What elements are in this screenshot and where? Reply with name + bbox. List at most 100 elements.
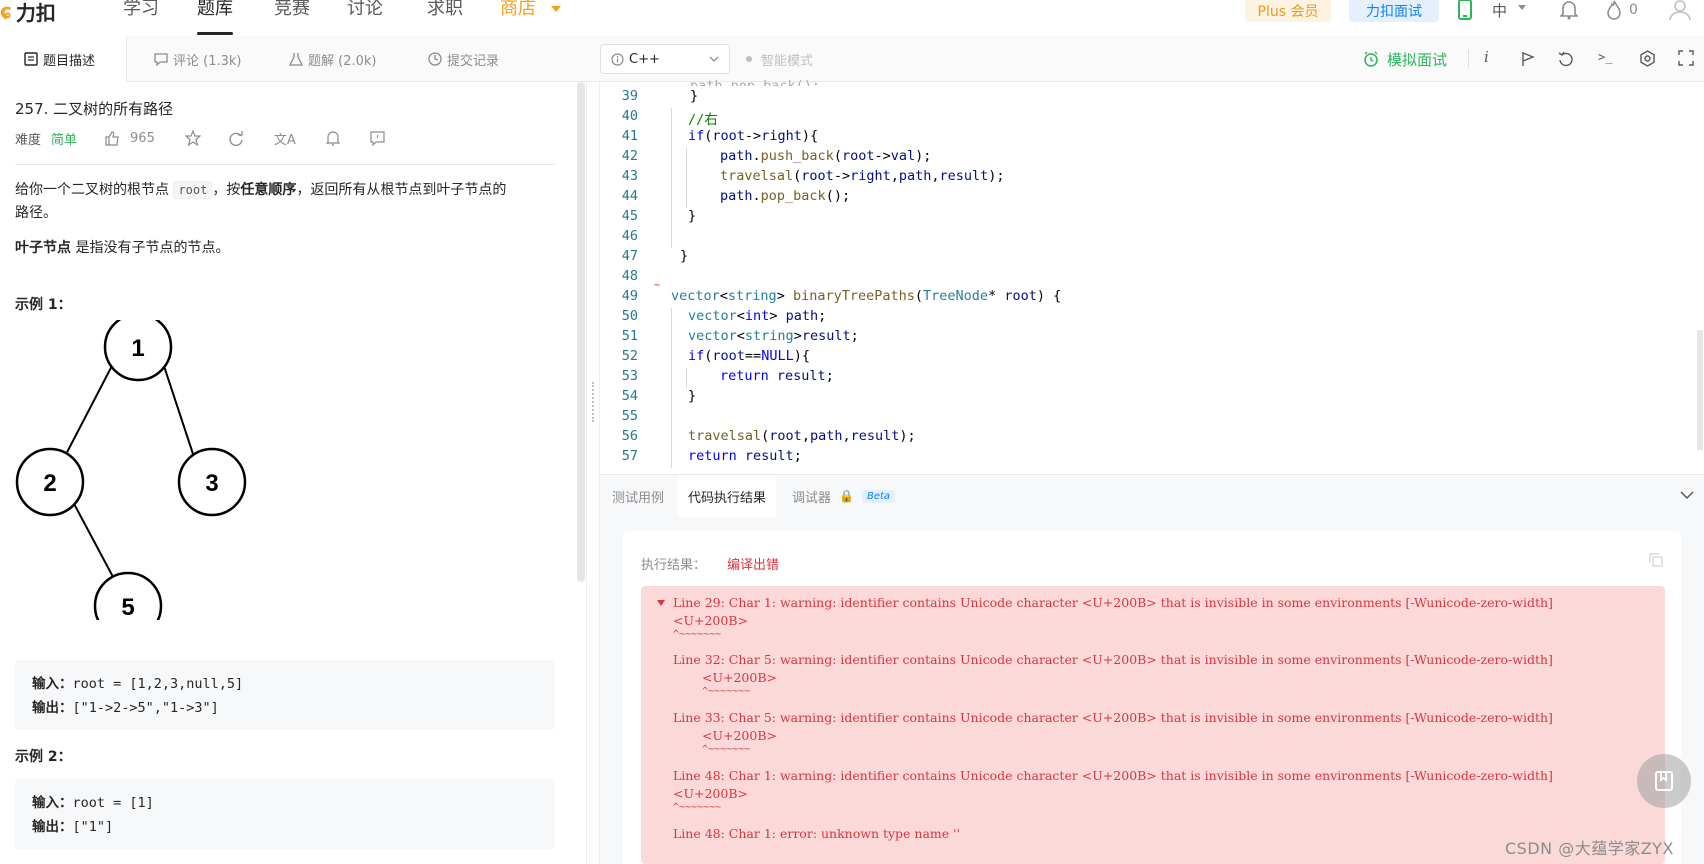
indent-guide — [671, 108, 672, 248]
problem-description: 给你一个二叉树的根节点 root ，按任意顺序，返回所有从根节点到叶子节点的 路径… — [15, 179, 555, 225]
feedback-icon[interactable] — [370, 130, 385, 146]
interview-label: 力扣面试 — [1366, 4, 1422, 20]
language-select[interactable]: C++ — [600, 44, 730, 74]
top-navbar: ɕ 力扣 学习 题库 竞赛 讨论 求职 商店 Plus 会员 力扣面试 中 0 — [0, 0, 1704, 35]
ex1-output: ["1->2->5","1->3"] — [72, 700, 219, 716]
desc-part-1: 给你一个二叉树的根节点 — [15, 182, 169, 198]
drag-handle-dots-icon — [592, 382, 594, 422]
nav-jobs[interactable]: 求职 — [427, 0, 463, 18]
language-value: C++ — [629, 51, 660, 67]
error-line: <U+200B> — [673, 613, 748, 628]
notebook-float-button[interactable] — [1637, 754, 1691, 808]
difficulty-value: 简单 — [51, 132, 78, 148]
share-icon[interactable] — [229, 130, 244, 146]
terminal-icon[interactable]: >_ — [1598, 50, 1612, 64]
bell-icon[interactable] — [1560, 0, 1578, 20]
nav-contest[interactable]: 竞赛 — [274, 0, 310, 18]
thumbs-up-icon[interactable] — [105, 130, 120, 146]
error-line: Line 48: Char 1: warning: identifier con… — [673, 768, 1553, 783]
ex2-input: root = [1] — [72, 795, 154, 811]
tab-run-result[interactable]: 代码执行结果 — [678, 475, 777, 517]
info-italic-icon[interactable]: i — [1484, 48, 1489, 66]
collapse-chevron-down-icon[interactable] — [1680, 491, 1694, 500]
tab-debugger-label: 调试器 — [792, 490, 832, 506]
code-line: } — [688, 388, 697, 404]
logo[interactable]: ɕ 力扣 — [0, 0, 56, 25]
settings-gear-icon[interactable] — [1639, 50, 1656, 67]
tab-solutions[interactable]: 题解 (2.0k) — [289, 36, 376, 82]
bell-outline-icon[interactable] — [325, 130, 340, 146]
notebook-icon — [1655, 771, 1673, 791]
ex2-output: ["1"] — [72, 819, 114, 835]
plus-member-label: Plus 会员 — [1257, 4, 1319, 20]
clock-icon — [428, 52, 442, 66]
line-number: 56 — [621, 428, 638, 444]
line-number: 49 — [621, 288, 638, 304]
ex1-input: root = [1,2,3,null,5] — [72, 676, 244, 692]
tab-description[interactable]: 题目描述 — [0, 36, 127, 82]
smart-mode-toggle[interactable]: 智能模式 — [746, 36, 813, 82]
flask-icon — [289, 53, 303, 66]
editor-vertical-scrollbar[interactable] — [1697, 330, 1703, 450]
nav-learn[interactable]: 学习 — [123, 0, 159, 18]
fire-icon[interactable] — [1606, 0, 1622, 20]
interview-button[interactable]: 力扣面试 — [1349, 0, 1439, 22]
code-line: vector<string>result; — [688, 328, 859, 344]
panel-resize-handle[interactable] — [586, 82, 600, 864]
result-status: 编译出错 — [727, 558, 780, 573]
code-line: path.pop_back(); — [720, 188, 851, 204]
store-chevron-down-icon[interactable] — [551, 6, 561, 12]
language-switch[interactable]: 中 — [1492, 0, 1507, 21]
star-icon[interactable] — [184, 130, 201, 146]
example-2-block: 输入：root = [1] 输出：["1"] — [15, 779, 555, 849]
ex2-input-label: 输入： — [32, 795, 73, 811]
expand-triangle-icon[interactable] — [657, 600, 665, 606]
ex1-input-label: 输入： — [32, 676, 73, 692]
tab-testcase[interactable]: 测试用例 — [612, 475, 664, 517]
translate-icon[interactable]: 文A — [274, 129, 296, 148]
alarm-clock-icon — [1364, 51, 1378, 67]
code-line: return result; — [688, 448, 802, 464]
nav-store[interactable]: 商店 — [500, 0, 536, 18]
desc-part-4: 路径。 — [15, 205, 57, 221]
tab-comments[interactable]: 评论 (1.3k) — [154, 36, 241, 82]
run-flag-icon[interactable] — [1521, 51, 1535, 67]
error-line: Line 33: Char 5: warning: identifier con… — [673, 710, 1553, 725]
problem-title: 257. 二叉树的所有路径 — [15, 100, 174, 118]
nav-problems[interactable]: 题库 — [197, 0, 233, 35]
tab-comments-label: 评论 (1.3k) — [173, 53, 242, 69]
fullscreen-icon[interactable] — [1678, 50, 1694, 66]
ex2-output-label: 输出： — [32, 819, 73, 835]
nav-discuss[interactable]: 讨论 — [347, 0, 383, 18]
tab-submissions[interactable]: 提交记录 — [428, 36, 499, 82]
mock-interview-button[interactable]: 模拟面试 — [1363, 36, 1447, 82]
panel-tab-bar: 题目描述 评论 (1.3k) 题解 (2.0k) 提交记录 C++ 智能模式 模… — [0, 36, 1704, 82]
avatar-icon[interactable] — [1668, 0, 1692, 20]
reset-icon[interactable] — [1558, 51, 1574, 67]
code-line: } — [688, 208, 697, 224]
copy-icon[interactable] — [1649, 553, 1663, 567]
line-number: 50 — [621, 308, 638, 324]
line-number: 57 — [621, 448, 638, 464]
code-line: travelsal(root,path,result); — [688, 428, 916, 444]
root-inline-code: root — [173, 181, 213, 199]
smart-mode-dot-icon — [746, 56, 752, 62]
phone-icon[interactable] — [1457, 0, 1473, 20]
plus-member-button[interactable]: Plus 会员 — [1245, 0, 1331, 22]
binary-tree-diagram: 1 2 3 5 — [15, 320, 247, 620]
line-number: 40 — [621, 108, 638, 124]
result-label: 执行结果： — [641, 558, 707, 573]
tree-node-1-label: 1 — [131, 335, 144, 362]
tab-description-label: 题目描述 — [43, 53, 96, 69]
error-line: <U+200B> — [702, 728, 777, 743]
error-line: Line 32: Char 5: warning: identifier con… — [673, 652, 1553, 667]
error-line: <U+200B> — [702, 670, 777, 685]
lang-chevron-down-icon[interactable] — [1518, 5, 1526, 10]
error-line: Line 48: Char 1: error: unknown type nam… — [673, 826, 961, 841]
example-2-title: 示例 2： — [15, 749, 72, 765]
desc-part-3: ，返回所有从根节点到叶子节点的 — [296, 182, 507, 198]
description-scrollbar[interactable] — [577, 82, 585, 582]
error-squiggle: ^~~~~~~~ — [702, 686, 751, 697]
indent-guide — [686, 368, 687, 388]
tab-debugger[interactable]: 调试器 🔒 Beta — [792, 475, 896, 517]
